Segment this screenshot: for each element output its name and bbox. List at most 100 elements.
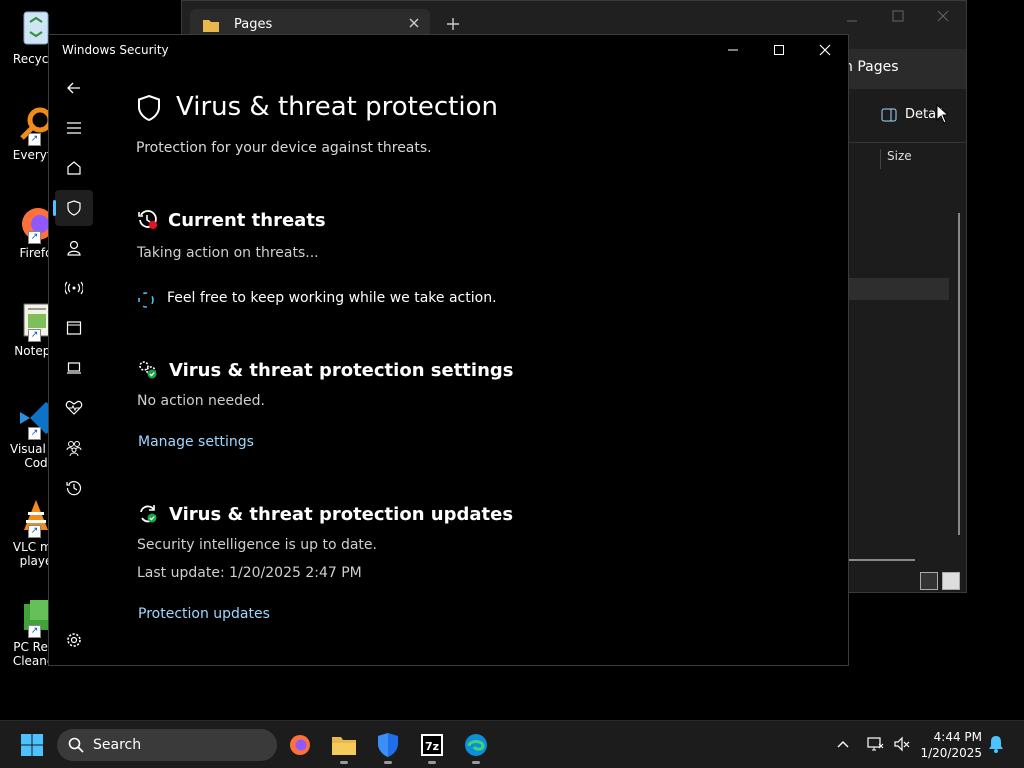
horizontal-scrollbar[interactable]	[849, 559, 915, 561]
back-icon	[67, 82, 80, 94]
explorer-close-icon[interactable]	[937, 10, 949, 22]
updates-heading: Virus & threat protection updates	[169, 504, 514, 525]
app-browser-icon	[66, 321, 82, 335]
laptop-icon	[67, 362, 81, 374]
running-indicator	[340, 761, 348, 764]
manage-settings-link[interactable]: Manage settings	[138, 434, 254, 450]
menu-button[interactable]	[55, 110, 93, 146]
shortcut-arrow-icon: ↗	[28, 525, 41, 538]
maximize-button[interactable]	[756, 35, 802, 65]
running-indicator	[472, 761, 480, 764]
explorer-minimize-icon[interactable]	[846, 15, 858, 27]
show-hidden-icons-chevron-icon[interactable]	[836, 737, 850, 751]
maximize-icon	[774, 45, 784, 55]
current-threats-icon	[137, 209, 159, 231]
taskbar-edge[interactable]	[458, 727, 494, 764]
search-label: Search	[93, 737, 142, 753]
nav-device-performance-health[interactable]	[55, 390, 93, 426]
firefox-icon	[290, 735, 310, 755]
navigation-pane	[49, 65, 97, 665]
window-title: Windows Security	[62, 43, 169, 57]
windows-security-shield-icon	[378, 733, 398, 757]
volume-muted-icon[interactable]	[893, 735, 911, 753]
view-toggle	[920, 572, 960, 590]
explorer-tab-label: Pages	[234, 17, 273, 32]
clock-date: 1/20/2025	[920, 746, 982, 760]
explorer-maximize-icon[interactable]	[892, 10, 904, 22]
breadcrumb[interactable]: n Pages	[844, 59, 899, 75]
nav-home[interactable]	[55, 150, 93, 186]
nav-account-protection[interactable]	[55, 230, 93, 266]
running-indicator	[384, 761, 392, 764]
windows-security-window[interactable]: Windows Security Virus & threat protecti…	[48, 34, 849, 666]
details-pane-icon	[881, 108, 897, 122]
network-icon[interactable]	[866, 735, 884, 753]
nav-device-security[interactable]	[55, 350, 93, 386]
taskbar-file-explorer[interactable]	[326, 727, 362, 764]
last-update-text: Last update: 1/20/2025 2:47 PM	[137, 565, 362, 581]
shortcut-arrow-icon: ↗	[28, 231, 41, 244]
system-clock[interactable]: 4:44 PM 1/20/2025	[918, 729, 982, 761]
settings-icon	[67, 633, 81, 647]
updates-refresh-icon	[137, 503, 159, 525]
tiles-view-button[interactable]	[942, 572, 960, 590]
home-icon	[67, 161, 81, 175]
page-title: Virus & threat protection	[176, 92, 498, 122]
vertical-scrollbar[interactable]	[958, 213, 960, 535]
family-icon	[66, 441, 82, 456]
health-icon	[65, 400, 83, 415]
notification-bell-icon[interactable]	[988, 735, 1004, 753]
nav-settings[interactable]	[55, 622, 93, 658]
title-bar[interactable]: Windows Security	[49, 35, 848, 65]
selected-file-row[interactable]	[849, 278, 949, 300]
page-subtitle: Protection for your device against threa…	[136, 140, 432, 156]
current-threats-message: Feel free to keep working while we take …	[167, 290, 497, 306]
history-icon	[66, 481, 82, 496]
shortcut-arrow-icon: ↗	[28, 625, 41, 638]
column-header-size[interactable]: Size	[880, 149, 912, 169]
svg-text:7z: 7z	[425, 740, 439, 753]
windows-logo-icon	[21, 734, 43, 756]
wifi-icon	[65, 281, 83, 295]
close-icon	[819, 44, 831, 56]
taskbar-7zip[interactable]: 7z	[414, 727, 450, 764]
new-tab-icon[interactable]	[446, 17, 460, 31]
mouse-cursor-icon	[936, 104, 948, 124]
edge-icon	[465, 734, 487, 756]
details-view-button[interactable]	[920, 572, 938, 590]
current-threats-heading: Current threats	[168, 210, 326, 231]
shortcut-arrow-icon: ↗	[28, 329, 41, 342]
account-icon	[67, 240, 81, 256]
shortcut-arrow-icon: ↗	[28, 427, 41, 440]
nav-firewall-network[interactable]	[55, 270, 93, 306]
folder-icon	[332, 737, 356, 755]
settings-gears-icon	[137, 359, 159, 381]
current-threats-status: Taking action on threats...	[137, 245, 319, 261]
folder-icon	[202, 17, 220, 33]
taskbar-search-box[interactable]: Search	[57, 729, 277, 761]
clock-time: 4:44 PM	[933, 730, 982, 744]
taskbar-windows-security[interactable]	[370, 727, 406, 764]
nav-virus-threat-protection[interactable]	[53, 190, 93, 226]
page-shield-icon	[136, 94, 162, 122]
back-button[interactable]	[55, 70, 93, 106]
taskbar-firefox[interactable]	[282, 727, 318, 763]
minimize-icon	[728, 49, 738, 51]
menu-icon	[67, 122, 81, 134]
progress-spinner-icon	[137, 291, 155, 309]
start-button[interactable]	[14, 727, 50, 763]
nav-app-browser-control[interactable]	[55, 310, 93, 346]
running-indicator	[428, 761, 436, 764]
shield-icon	[67, 200, 81, 216]
7zip-icon: 7z	[421, 734, 443, 756]
close-tab-icon[interactable]	[408, 17, 420, 29]
close-button[interactable]	[802, 35, 848, 65]
nav-protection-history[interactable]	[55, 470, 93, 506]
details-button[interactable]: Detail	[881, 107, 943, 122]
shortcut-arrow-icon: ↗	[28, 133, 41, 146]
updates-status: Security intelligence is up to date.	[137, 537, 377, 553]
minimize-button[interactable]	[710, 35, 756, 65]
taskbar: Search 7z 4:44 PM 1/20/2025	[0, 720, 1024, 768]
nav-family-options[interactable]	[55, 430, 93, 466]
protection-updates-link[interactable]: Protection updates	[138, 606, 270, 622]
